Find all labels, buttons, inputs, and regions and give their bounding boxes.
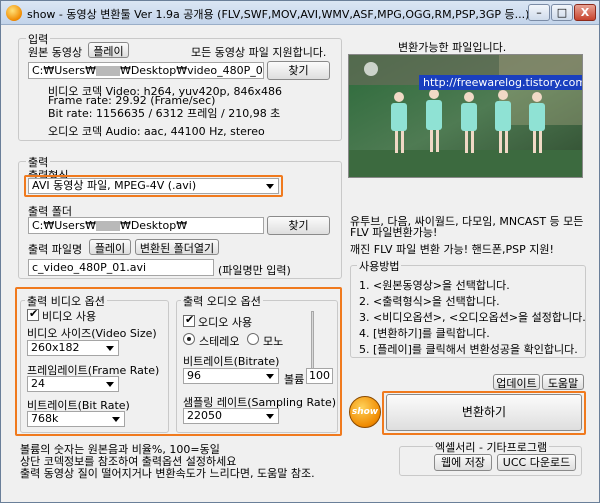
output-filename-input[interactable]: c_video_480P_01.avi <box>28 259 214 276</box>
audio-bitrate-label: 비트레이트(Bitrate) <box>183 355 280 368</box>
filename-hint: (파일명만 입력) <box>218 264 291 277</box>
footer-note-3: 출력 동영상 질이 떨어지거나 변환속도가 느리다면, 도움말 참조. <box>20 467 315 480</box>
output-folder-input[interactable]: C:₩Users₩ ₩Desktop₩ <box>28 217 264 234</box>
volume-input[interactable]: 100 <box>306 368 333 384</box>
chevron-down-icon <box>106 382 114 387</box>
mono-radio[interactable] <box>247 333 259 345</box>
support-text: 모든 동영상 파일 지원합니다. <box>191 46 327 59</box>
accessory-title: 엑셀서리 - 기타프로그램 <box>433 439 550 455</box>
open-output-folder-button[interactable]: 변환된 폴더열기 <box>135 239 219 255</box>
watermark-url: http://freewarelog.tistory.com <box>419 75 582 90</box>
volume-slider-track[interactable] <box>311 311 314 373</box>
video-enable-checkbox[interactable]: ✔ <box>27 307 39 321</box>
audio-enable-checkbox[interactable]: ✔ <box>183 313 195 327</box>
audio-bitrate-select[interactable]: 96 <box>183 368 279 384</box>
volume-label: 볼륨 <box>284 373 305 386</box>
check-icon: ✔ <box>29 307 39 320</box>
stereo-label: 스테레오 <box>199 335 240 348</box>
usage-step: 2. <출력형식>을 선택합니다. <box>359 295 500 308</box>
video-size-label: 비디오 사이즈(Video Size) <box>27 327 157 340</box>
video-enable-label: 비디오 사용 <box>42 310 97 323</box>
maximize-button[interactable]: □ <box>551 4 573 21</box>
usage-step: 1. <원본동영상>을 선택합니다. <box>359 279 510 292</box>
usage-step: 4. [변환하기]를 클릭합니다. <box>359 327 490 340</box>
usage-title: 사용방법 <box>357 258 402 274</box>
minimize-button[interactable]: – <box>528 4 550 21</box>
usage-step: 5. [플레이]를 클릭해서 변환성공을 확인합니다. <box>359 343 578 356</box>
output-play-button[interactable]: 플레이 <box>89 239 131 255</box>
output-format-select[interactable]: AVI 동영상 파일, MPEG-4V (.avi) <box>28 178 279 194</box>
preview-caption: 변환가능한 파일입니다. <box>398 41 507 54</box>
info-bit-rate: Bit rate: 1156635 / 6312 프레임 / 210,98 초 <box>48 107 281 120</box>
chevron-down-icon <box>266 184 274 189</box>
chevron-down-icon <box>112 417 120 422</box>
redacted-username <box>95 66 120 76</box>
chevron-down-icon <box>266 414 274 419</box>
app-logo-icon <box>6 5 22 21</box>
info-audio-codec: 오디오 코덱 Audio: aac, 44100 Hz, stereo <box>48 125 265 138</box>
output-filename-label: 출력 파일명 <box>28 243 83 256</box>
info-line-3: 깨진 FLV 파일 변환 가능! 핸드폰,PSP 지원! <box>350 243 554 256</box>
chevron-down-icon <box>106 346 114 351</box>
info-line-2: FLV 파일변환가능! <box>350 226 438 239</box>
window-title: show - 동영상 변환툴 Ver 1.9a 공개용 (FLV,SWF,MOV… <box>27 8 530 21</box>
check-icon: ✔ <box>185 313 195 326</box>
update-button[interactable]: 업데이트 <box>493 374 540 390</box>
close-button[interactable]: X <box>574 4 596 21</box>
mono-label: 모노 <box>263 335 284 348</box>
help-button[interactable]: 도움말 <box>542 374 584 390</box>
chevron-down-icon <box>266 374 274 379</box>
output-browse-button[interactable]: 찾기 <box>267 216 330 235</box>
video-preview-image: http://freewarelog.tistory.com <box>348 54 583 178</box>
source-play-button[interactable]: 플레이 <box>88 42 129 58</box>
stereo-radio[interactable] <box>183 333 195 345</box>
show-logo-text: show <box>351 407 379 417</box>
source-path-input[interactable]: C:₩Users₩₩Desktop₩video_480P_01.mp4 <box>28 62 264 79</box>
video-size-select[interactable]: 260x182 <box>27 340 119 356</box>
app-window: show - 동영상 변환툴 Ver 1.9a 공개용 (FLV,SWF,MOV… <box>0 0 600 503</box>
audio-options-title: 출력 오디오 옵션 <box>181 293 263 309</box>
video-framerate-select[interactable]: 24 <box>27 376 119 392</box>
show-logo-icon: show <box>349 396 381 428</box>
ucc-download-button[interactable]: UCC 다운로드 <box>497 454 576 471</box>
audio-enable-label: 오디오 사용 <box>198 316 253 329</box>
web-save-button[interactable]: 웹에 저장 <box>434 454 492 471</box>
source-browse-button[interactable]: 찾기 <box>267 61 330 80</box>
usage-step: 3. <비디오옵션>, <오디오옵션>을 설정합니다. <box>359 311 586 324</box>
source-video-label: 원본 동영상 <box>28 46 83 59</box>
sampling-rate-select[interactable]: 22050 <box>183 408 279 424</box>
convert-button[interactable]: 변환하기 <box>386 394 582 431</box>
video-bitrate-select[interactable]: 768k <box>27 411 125 427</box>
redacted-username <box>95 221 120 231</box>
title-bar: show - 동영상 변환툴 Ver 1.9a 공개용 (FLV,SWF,MOV… <box>1 1 599 25</box>
